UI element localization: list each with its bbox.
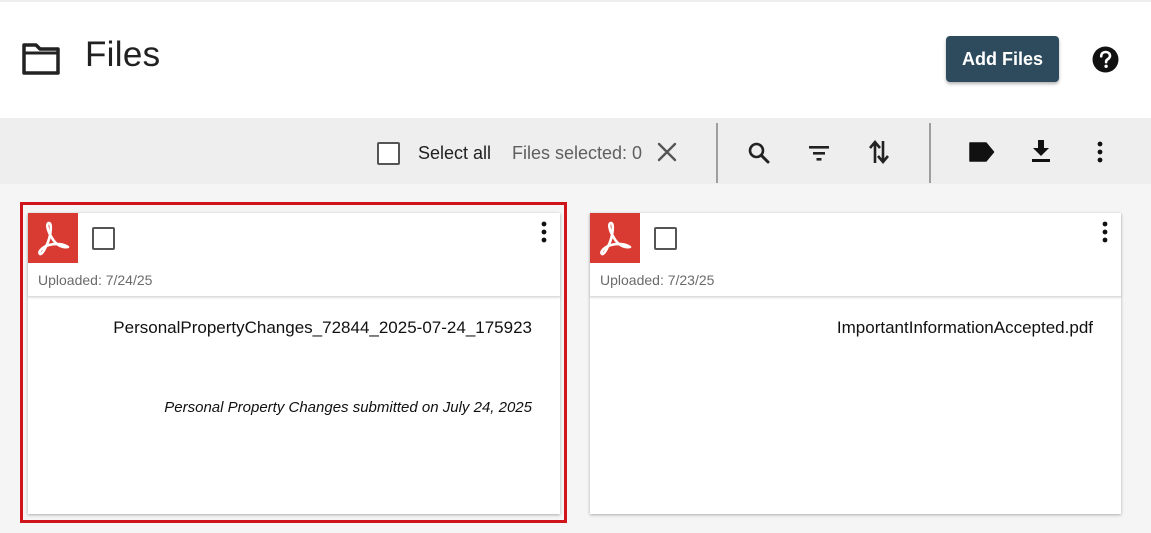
upload-date: Uploaded: 7/23/25: [600, 272, 715, 288]
file-select-checkbox[interactable]: [92, 227, 115, 250]
pdf-file-icon: [590, 213, 640, 263]
help-icon[interactable]: [1092, 46, 1119, 73]
file-name[interactable]: PersonalPropertyChanges_72844_2025-07-24…: [113, 318, 532, 338]
tag-icon[interactable]: [967, 140, 995, 164]
file-card-header: Uploaded: 7/23/25: [590, 213, 1121, 297]
pdf-file-icon: [28, 213, 78, 263]
file-description: Personal Property Changes submitted on J…: [164, 399, 532, 416]
files-selected-count: Files selected: 0: [512, 143, 643, 163]
download-icon[interactable]: [1029, 138, 1053, 164]
more-vert-icon[interactable]: [1090, 139, 1110, 165]
page-title: Files: [85, 35, 161, 74]
file-card[interactable]: Uploaded: 7/24/25 PersonalPropertyChange…: [28, 213, 560, 514]
toolbar-divider: [716, 123, 718, 183]
file-name[interactable]: ImportantInformationAccepted.pdf: [837, 318, 1093, 338]
sort-icon[interactable]: [866, 138, 892, 166]
files-toolbar: Select all Files selected: 0: [0, 118, 1151, 184]
folder-icon: [21, 40, 61, 76]
add-files-button[interactable]: Add Files: [946, 36, 1059, 82]
clear-selection-icon[interactable]: [655, 140, 679, 164]
upload-date: Uploaded: 7/24/25: [38, 272, 153, 288]
toolbar-divider: [929, 123, 931, 183]
file-card[interactable]: Uploaded: 7/23/25 ImportantInformationAc…: [590, 213, 1121, 514]
more-vert-icon[interactable]: [534, 221, 554, 247]
filter-icon[interactable]: [806, 140, 832, 166]
more-vert-icon[interactable]: [1095, 221, 1115, 247]
page-header: Files Add Files: [0, 2, 1151, 118]
search-icon[interactable]: [746, 140, 772, 166]
select-all-checkbox[interactable]: [377, 142, 400, 165]
select-all-label[interactable]: Select all: [418, 143, 491, 164]
file-select-checkbox[interactable]: [654, 227, 677, 250]
file-card-header: Uploaded: 7/24/25: [28, 213, 560, 297]
